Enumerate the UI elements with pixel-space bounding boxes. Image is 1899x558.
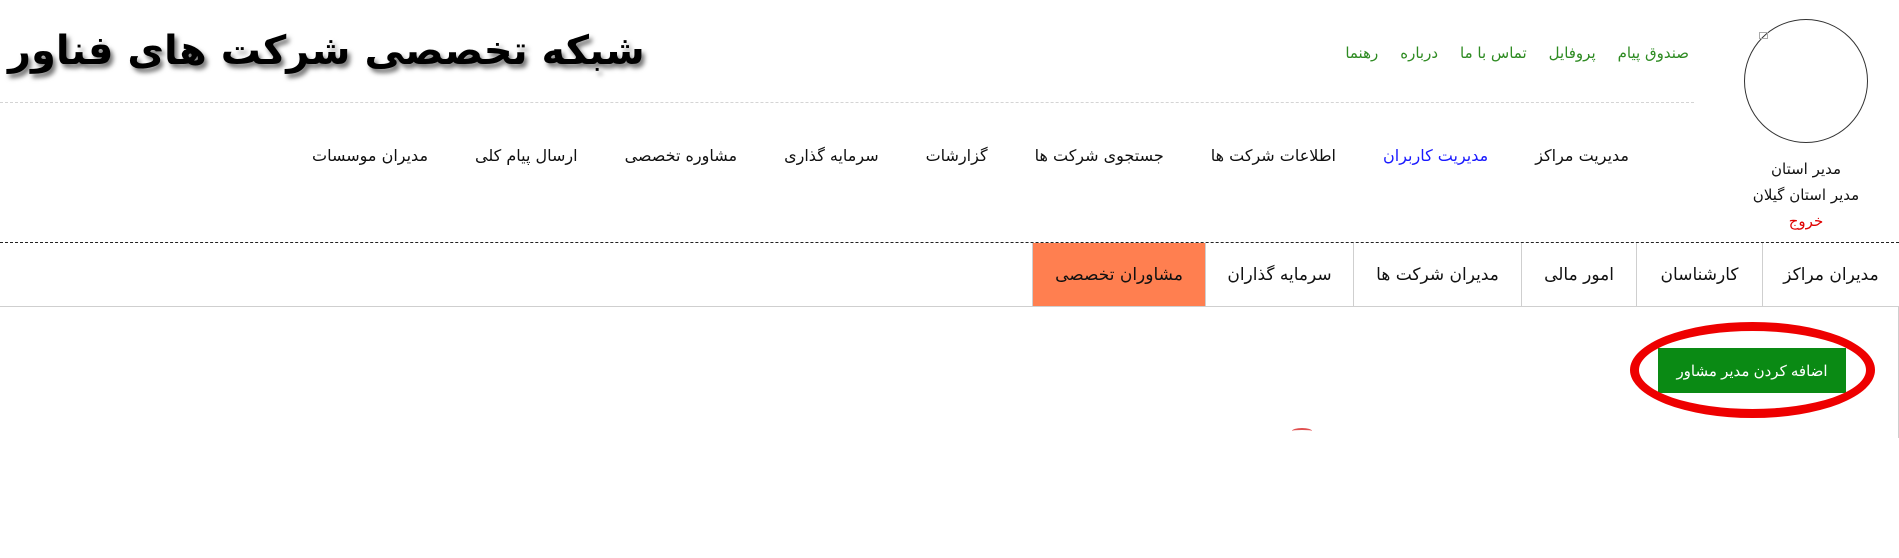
- logout-link[interactable]: خروج: [1739, 208, 1873, 234]
- tab-label: کارشناسان: [1660, 264, 1739, 285]
- user-role: مدیر استان: [1771, 160, 1841, 178]
- user-title: مدیر استان گیلان: [1752, 186, 1860, 204]
- profile-link[interactable]: پروفایل: [1549, 44, 1596, 62]
- nav-item-centers[interactable]: مدیریت مراکز: [1535, 146, 1629, 165]
- nav-item-company-info[interactable]: اطلاعات شرکت ها: [1211, 146, 1336, 165]
- user-info: مدیر استان مدیر استان گیلان خروج: [1739, 156, 1873, 234]
- tab-investors[interactable]: سرمایه گذاران: [1205, 243, 1353, 306]
- nav-item-consulting[interactable]: مشاوره تخصصی: [625, 146, 738, 165]
- main-nav: مدیریت مراکز مدیریت کاربران اطلاعات شرکت…: [312, 146, 1629, 165]
- nav-item-users[interactable]: مدیریت کاربران: [1383, 146, 1488, 165]
- top-links: صندوق پیام پروفایل تماس با ما درباره رهن…: [1345, 44, 1689, 62]
- tab-label: مدیران مراکز: [1783, 264, 1879, 285]
- nav-item-investment[interactable]: سرمایه گذاری: [784, 146, 879, 165]
- contact-link[interactable]: تماس با ما: [1460, 44, 1527, 62]
- nav-item-institute-managers[interactable]: مدیران موسسات: [312, 146, 428, 165]
- tab-finance[interactable]: امور مالی: [1521, 243, 1636, 306]
- header-divider: [0, 102, 1694, 103]
- annotation-mark: [1292, 428, 1312, 434]
- tab-center-managers[interactable]: مدیران مراکز: [1762, 243, 1899, 306]
- tab-label: مدیران شرکت ها: [1376, 264, 1499, 285]
- about-link[interactable]: درباره: [1400, 44, 1438, 62]
- nav-item-broadcast[interactable]: ارسال پیام کلی: [475, 146, 578, 165]
- add-consultant-manager-button[interactable]: اضافه کردن مدیر مشاور: [1658, 348, 1846, 393]
- inbox-link[interactable]: صندوق پیام: [1618, 44, 1689, 62]
- nav-item-company-search[interactable]: جستجوی شرکت ها: [1035, 146, 1164, 165]
- tab-label: امور مالی: [1544, 264, 1614, 285]
- tab-label: مشاوران تخصصی: [1055, 264, 1183, 285]
- tab-bar: مدیران مراکز کارشناسان امور مالی مدیران …: [0, 243, 1899, 307]
- page: مدیر استان مدیر استان گیلان خروج صندوق پ…: [0, 0, 1899, 558]
- guide-link[interactable]: رهنما: [1345, 44, 1378, 62]
- tab-company-managers[interactable]: مدیران شرکت ها: [1353, 243, 1521, 306]
- brand-title: شبکه تخصصی شرکت های فناور: [8, 28, 646, 74]
- tab-experts[interactable]: کارشناسان: [1636, 243, 1762, 306]
- broken-image-icon: [1759, 32, 1768, 39]
- nav-item-reports[interactable]: گزارشات: [926, 146, 988, 165]
- tab-consultants[interactable]: مشاوران تخصصی: [1032, 243, 1205, 306]
- tab-label: سرمایه گذاران: [1227, 264, 1332, 285]
- avatar[interactable]: [1744, 19, 1868, 143]
